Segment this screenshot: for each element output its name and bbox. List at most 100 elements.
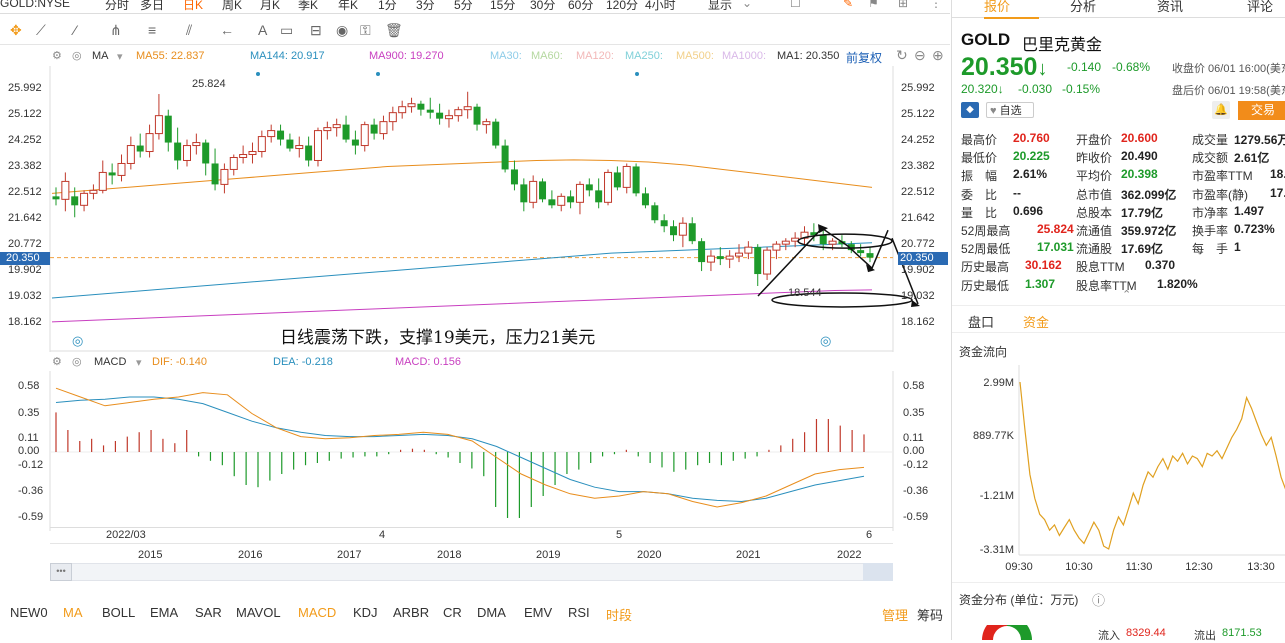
trash-icon[interactable]: 🗑	[385, 22, 403, 39]
target-icon[interactable]: ◎	[820, 333, 831, 349]
tab-orderbook[interactable]: 盘口	[968, 312, 994, 331]
crosshair-icon[interactable]: ✥	[10, 22, 22, 39]
chevron-down-icon[interactable]: ⌄	[742, 0, 752, 10]
bookmark-icon[interactable]: ⚑	[868, 0, 879, 10]
period-周K[interactable]: 周K	[222, 0, 242, 13]
period-30分[interactable]: 30分	[530, 0, 555, 13]
indicator-sar[interactable]: SAR	[195, 605, 222, 620]
tab-comments[interactable]: 评论	[1247, 0, 1273, 15]
candle-body	[398, 106, 407, 114]
target-icon[interactable]: ◎	[72, 333, 83, 349]
period-日K[interactable]: 日K	[183, 0, 203, 13]
flow-time-label: 11:30	[1126, 561, 1153, 570]
more-icon[interactable]: ⋮	[930, 0, 942, 10]
candle-body	[567, 196, 575, 203]
lock-icon[interactable]: ⚿	[360, 22, 371, 39]
fork-icon[interactable]: ⋔	[110, 22, 122, 39]
indicator-dma[interactable]: DMA	[477, 605, 506, 620]
adjust-mode[interactable]: 前复权	[846, 49, 882, 66]
period-多日[interactable]: 多日	[140, 0, 164, 13]
period-年K[interactable]: 年K	[338, 0, 358, 13]
period-120分[interactable]: 120分	[606, 0, 638, 13]
settings-icon[interactable]: ⚙	[52, 355, 62, 368]
manage-button[interactable]: 管理	[882, 605, 908, 624]
chip-button[interactable]: 筹码	[917, 605, 943, 624]
indicator-arbr[interactable]: ARBR	[393, 605, 429, 620]
indicator-rsi[interactable]: RSI	[568, 605, 590, 620]
period-月K[interactable]: 月K	[260, 0, 280, 13]
fib-icon[interactable]: ≡	[148, 22, 156, 38]
candle-body	[229, 156, 238, 170]
candle-body	[510, 169, 518, 185]
ma144-value: MA144: 20.917	[250, 50, 325, 62]
indicator-session[interactable]: 时段	[606, 605, 632, 624]
parallel-icon[interactable]: ⫽	[186, 22, 192, 39]
macd-title[interactable]: MACD	[94, 356, 126, 368]
chevron-down-icon[interactable]: ▾	[136, 356, 142, 369]
watchlist-button[interactable]: ♥ 自选	[986, 102, 1034, 118]
candle-body	[126, 145, 135, 164]
period-3分[interactable]: 3分	[416, 0, 435, 13]
navigator-track[interactable]	[50, 563, 893, 581]
line-segment-icon[interactable]: ⁄	[74, 22, 76, 38]
navigator-handle[interactable]: •••	[50, 563, 72, 581]
macd-tick-label: -0.59	[18, 511, 44, 523]
stat-label: 委 比	[961, 187, 998, 202]
text-icon[interactable]: A	[258, 22, 267, 38]
overview-navigator[interactable]: 2015 2016 2017 2018 2019 2020 2021 2022 …	[50, 543, 893, 592]
period-15分[interactable]: 15分	[490, 0, 515, 13]
reset-icon[interactable]: ↻	[896, 47, 908, 64]
tab-analysis[interactable]: 分析	[1070, 0, 1096, 15]
eye-icon[interactable]: ◉	[336, 22, 348, 39]
indicator-ema[interactable]: EMA	[150, 605, 178, 620]
tab-quote[interactable]: 报价	[984, 0, 1010, 15]
zoom-in-icon[interactable]: ⊕	[932, 47, 944, 64]
tab-news[interactable]: 资讯	[1157, 0, 1183, 15]
navigator-window[interactable]	[863, 563, 893, 581]
indicator-kdj[interactable]: KDJ	[353, 605, 378, 620]
bell-icon[interactable]: 🔔	[1212, 101, 1230, 119]
indicator-new0[interactable]: NEW0	[10, 605, 48, 620]
ma120-value: MA120:	[576, 50, 614, 62]
comment-icon[interactable]: ▭	[280, 22, 293, 39]
eye-icon[interactable]: ◎	[72, 49, 82, 62]
year-label: 2019	[536, 549, 561, 561]
help-icon[interactable]: ⓘ	[1092, 590, 1105, 609]
checkbox-icon[interactable]: ☐	[790, 0, 801, 10]
candlestick-chart[interactable]	[0, 66, 950, 352]
fund-flow-chart[interactable]: 2.99M 889.77K -1.21M -3.31M 09:30 10:30 11:30 1…	[952, 360, 1285, 570]
price-tick-label: 19.032	[8, 290, 42, 302]
candle-body	[632, 166, 640, 194]
chevron-up-icon[interactable]: ⌃	[1122, 288, 1131, 301]
candle-body	[342, 124, 350, 140]
indicator-boll[interactable]: BOLL	[102, 605, 135, 620]
period-60分[interactable]: 60分	[568, 0, 593, 13]
indicator-mavol[interactable]: MAVOL	[236, 605, 281, 620]
arrow-left-icon[interactable]: ←	[220, 22, 234, 38]
indicator-ma[interactable]: MA	[63, 605, 83, 620]
pencil-icon[interactable]: ✎	[843, 0, 853, 10]
fullscreen-icon[interactable]: ⊞	[898, 0, 908, 10]
trade-button[interactable]: 交易	[1238, 101, 1285, 120]
candle-body	[426, 109, 434, 113]
settings-icon[interactable]: ⚙	[52, 49, 62, 62]
period-季K[interactable]: 季K	[298, 0, 318, 13]
heart-icon: ♥	[990, 105, 997, 117]
indicator-macd[interactable]: MACD	[298, 605, 336, 620]
eye-icon[interactable]: ◎	[72, 355, 82, 368]
ma-title[interactable]: MA	[92, 50, 109, 62]
chevron-down-icon[interactable]: ▾	[117, 50, 123, 63]
display-menu[interactable]: 显示	[708, 0, 732, 13]
period-5分[interactable]: 5分	[454, 0, 473, 13]
period-1分[interactable]: 1分	[378, 0, 397, 13]
period-4小时[interactable]: 4小时	[645, 0, 676, 13]
trendline-icon[interactable]: ⟋	[36, 22, 46, 39]
tag-icon[interactable]: ◆	[961, 102, 979, 118]
macd-chart[interactable]	[0, 371, 950, 531]
indicator-emv[interactable]: EMV	[524, 605, 552, 620]
indicator-cr[interactable]: CR	[443, 605, 462, 620]
period-分时[interactable]: 分时	[105, 0, 129, 13]
ruler-icon[interactable]: ⊟	[310, 22, 322, 39]
zoom-out-icon[interactable]: ⊖	[914, 47, 926, 64]
tab-funds[interactable]: 资金	[1023, 312, 1049, 331]
